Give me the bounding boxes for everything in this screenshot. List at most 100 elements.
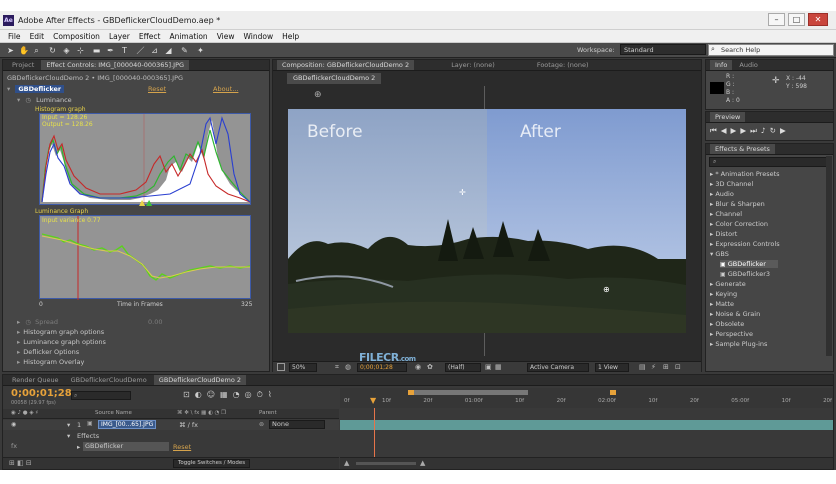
previous-frame-icon[interactable]: ◀ <box>721 126 731 135</box>
snapshot-icon[interactable]: ◉ <box>415 363 421 371</box>
frame-blending-icon[interactable]: ▦ <box>220 390 233 399</box>
effects-item[interactable]: ▸ Noise & Grain <box>710 310 760 318</box>
effects-item[interactable]: ▸ Color Correction <box>710 220 768 228</box>
timeline-timecode[interactable]: 0;00;01;28 <box>11 388 72 399</box>
tab-render-queue[interactable]: Render Queue <box>7 375 64 385</box>
effects-item[interactable]: ▸ 3D Channel <box>710 180 753 188</box>
tab-comp-1[interactable]: GBDeflickerCloudDemo <box>66 375 152 385</box>
work-area-end-handle[interactable] <box>610 390 616 395</box>
layer-row[interactable]: ◉ ▾ 1 ▣ IMG_[00...65].JPG ⌘ / fx ⊚ None <box>3 420 339 430</box>
menu-help[interactable]: Help <box>282 30 299 42</box>
comp-mini-flowchart-icon[interactable]: ⊡ <box>183 390 195 399</box>
menu-effect[interactable]: Effect <box>139 30 161 42</box>
puppet-tool-icon[interactable]: ✦ <box>196 46 205 55</box>
effects-item[interactable]: ▸ Audio <box>710 190 734 198</box>
toggle-pixel-icon[interactable]: ▤ <box>639 363 646 371</box>
effects-item-selected[interactable]: ▣ GBDeflicker <box>720 260 778 268</box>
graph-editor-icon[interactable]: ⌇ <box>268 390 277 399</box>
effects-item[interactable]: ▸ Generate <box>710 280 746 288</box>
region-of-interest-icon[interactable]: ▣ <box>485 363 492 371</box>
eraser-tool-icon[interactable]: ◢ <box>164 46 173 55</box>
layer-name[interactable]: IMG_[00...65].JPG <box>98 420 157 429</box>
about-link[interactable]: About... <box>213 85 238 93</box>
tab-effects-presets[interactable]: Effects & Presets <box>710 144 775 154</box>
rectangle-tool-icon[interactable]: ▬ <box>92 46 101 55</box>
disclosure-triangle-icon[interactable]: ▾ <box>17 96 20 104</box>
shy-icon[interactable]: ☺ <box>207 390 220 399</box>
reset-link[interactable]: Reset <box>148 85 166 93</box>
col-parent[interactable]: Parent <box>259 410 277 416</box>
menu-edit[interactable]: Edit <box>30 30 45 42</box>
last-frame-icon[interactable]: ⏭ <box>750 126 761 135</box>
fast-previews-icon[interactable]: ⚡ <box>651 363 656 371</box>
effects-item[interactable]: ▸ Matte <box>710 300 734 308</box>
workspace-select[interactable]: Standard <box>620 44 706 55</box>
brush-tool-icon[interactable]: ／ <box>136 46 145 55</box>
effects-item[interactable]: ▸ Blur & Sharpen <box>710 200 765 208</box>
stopwatch-icon[interactable]: ◷ <box>25 96 31 104</box>
menu-layer[interactable]: Layer <box>109 30 130 42</box>
menu-view[interactable]: View <box>217 30 235 42</box>
work-area-start-handle[interactable] <box>408 390 414 395</box>
effects-item[interactable]: ▸ Perspective <box>710 330 753 338</box>
comp-subtab[interactable]: GBDeflickerCloudDemo 2 <box>287 73 382 84</box>
effects-scrollbar[interactable] <box>826 156 832 356</box>
show-channel-icon[interactable]: ✿ <box>427 363 433 371</box>
layer-duration-bar[interactable] <box>340 420 833 430</box>
resolution-select[interactable]: (Half) <box>445 363 481 372</box>
timeline-reset-link[interactable]: Reset <box>173 443 191 451</box>
histogram-overlay[interactable]: Histogram Overlay <box>23 358 84 366</box>
effects-item[interactable]: ▸ Expression Controls <box>710 240 780 248</box>
layer-expand-icon[interactable]: ▾ <box>67 421 70 429</box>
effect-row-label[interactable]: GBDeflicker <box>83 442 169 451</box>
zoom-slider[interactable] <box>356 462 416 465</box>
parent-select[interactable]: None <box>269 420 325 429</box>
effects-item[interactable]: ▾ GBS <box>710 250 729 258</box>
timeline-link-icon[interactable]: ⊞ <box>663 363 669 371</box>
auto-keyframe-icon[interactable]: ⏱ <box>257 390 268 399</box>
comp-viewer[interactable] <box>288 109 686 333</box>
effect-expand-icon[interactable]: ▸ <box>77 443 80 451</box>
menu-composition[interactable]: Composition <box>53 30 100 42</box>
current-time-indicator-icon[interactable]: ▼ <box>370 397 376 405</box>
zoom-in-icon[interactable]: ▲ <box>420 459 425 467</box>
effects-expand-icon[interactable]: ▾ <box>67 432 70 440</box>
flowchart-icon[interactable]: ⊡ <box>675 363 681 371</box>
audio-icon[interactable]: ♪ <box>761 126 770 135</box>
ram-preview-icon[interactable]: ▶ <box>780 126 790 135</box>
anchor-point-icon[interactable]: ⊕ <box>603 285 610 294</box>
effects-search-input[interactable]: ⌕ <box>709 157 830 167</box>
toggle-layer-panes-icon[interactable]: ⊞ ◧ ⊟ <box>9 459 32 467</box>
camera-tool-icon[interactable]: ◈ <box>62 46 71 55</box>
histogram-graph-options[interactable]: Histogram graph options <box>23 328 104 336</box>
layer-visibility-icon[interactable]: ◉ <box>11 421 16 428</box>
effect-name-label[interactable]: GBDeflicker <box>15 85 65 93</box>
toggle-switches-modes-button[interactable]: Toggle Switches / Modes <box>173 459 251 468</box>
hand-tool-icon[interactable]: ✋ <box>19 46 29 55</box>
option-row[interactable]: ▸ Histogram graph options <box>17 328 104 336</box>
always-preview-icon[interactable] <box>277 363 285 371</box>
motion-blur-icon[interactable]: ◔ <box>233 390 245 399</box>
tab-project[interactable]: Project <box>7 60 39 70</box>
camera-select[interactable]: Active Camera <box>527 363 589 372</box>
pen-tool-icon[interactable]: ✒ <box>106 46 115 55</box>
zoom-select[interactable]: 50% <box>289 363 317 372</box>
brainstorm-icon[interactable]: ◎ <box>245 390 257 399</box>
parent-pick-whip-icon[interactable]: ⊚ <box>259 421 264 428</box>
effects-item[interactable]: ▸ Obsolete <box>710 320 744 328</box>
histogram-input-slider-icon[interactable]: ▲ <box>139 199 145 207</box>
tab-comp-2[interactable]: GBDeflickerCloudDemo 2 <box>153 375 247 385</box>
effects-item[interactable]: ▸ Sample Plug-ins <box>710 340 767 348</box>
rotate-tool-icon[interactable]: ↻ <box>48 46 57 55</box>
menu-file[interactable]: File <box>8 30 21 42</box>
draft-3d-icon[interactable]: ◐ <box>195 390 207 399</box>
zoom-out-icon[interactable]: ▲ <box>344 459 349 467</box>
selection-tool-icon[interactable]: ➤ <box>6 46 15 55</box>
effects-item[interactable]: ▸ Channel <box>710 210 742 218</box>
spread-value[interactable]: 0.00 <box>148 318 162 326</box>
close-button[interactable]: ✕ <box>808 13 828 26</box>
search-help-input[interactable]: Search Help <box>708 44 834 56</box>
timeline-zoom-bar[interactable]: ▲ ▲ <box>340 457 833 469</box>
luminance-graph[interactable] <box>39 215 251 300</box>
fx-icon[interactable]: fx <box>11 442 17 450</box>
